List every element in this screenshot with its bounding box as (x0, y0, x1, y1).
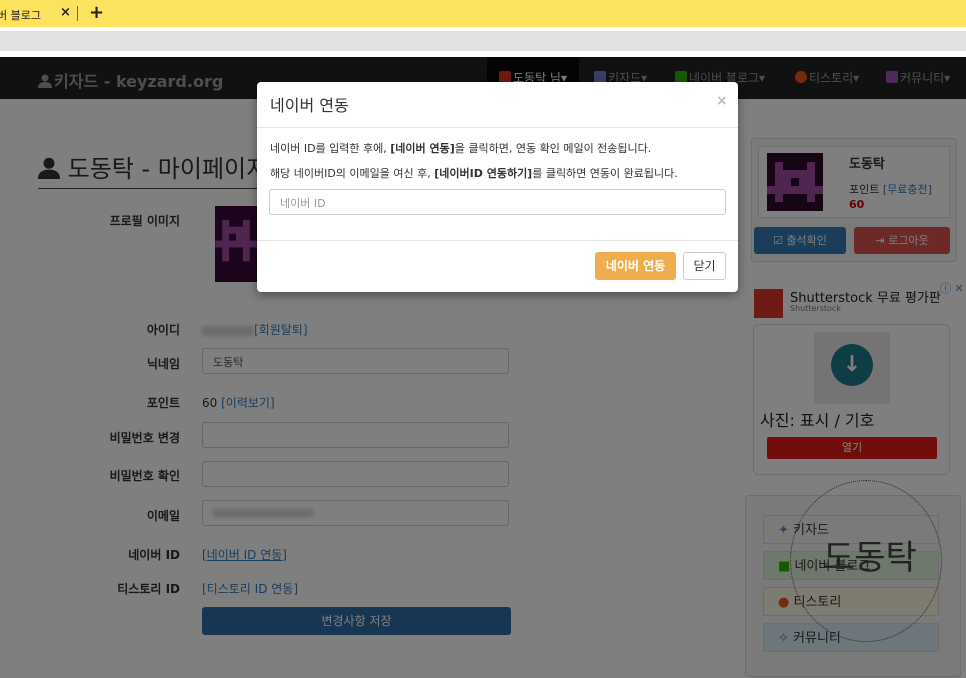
instruction-text: 를 클릭하면 연동이 완료됩니다. (532, 167, 678, 180)
instruction-text: 네이버 ID를 입력한 후에, (270, 142, 391, 155)
modal-instruction-1: 네이버 ID를 입력한 후에, [네이버 연동]을 클릭하면, 연동 확인 메일… (270, 140, 651, 156)
naver-link-button[interactable]: 네이버 연동 (595, 252, 676, 280)
browser-tabbar: 버 블로그 × + (0, 0, 966, 27)
close-icon[interactable]: × (716, 93, 728, 109)
new-tab-icon[interactable]: + (89, 2, 104, 23)
tab-title: 버 블로그 (0, 9, 41, 22)
instruction-text: 해당 네이버ID의 이메일을 여신 후, (270, 167, 435, 180)
instruction-text: 을 클릭하면, 연동 확인 메일이 전송됩니다. (454, 142, 652, 155)
modal-footer-divider (257, 240, 738, 241)
modal-close-button[interactable]: 닫기 (683, 252, 726, 280)
instruction-bold: [네이버 연동] (390, 142, 455, 155)
instruction-bold: [네이버ID 연동하기] (434, 167, 533, 180)
modal-header: 네이버 연동 × (257, 82, 738, 128)
address-bar (0, 27, 966, 57)
naver-link-modal: 네이버 연동 × 네이버 ID를 입력한 후에, [네이버 연동]을 클릭하면,… (257, 82, 738, 292)
address-bar-field[interactable] (0, 31, 966, 51)
tab-separator (77, 6, 78, 21)
naver-id-input[interactable]: 네이버 ID (269, 189, 726, 215)
modal-instruction-2: 해당 네이버ID의 이메일을 여신 후, [네이버ID 연동하기]를 클릭하면 … (270, 165, 678, 181)
tab-close-icon[interactable]: × (60, 5, 71, 20)
modal-title: 네이버 연동 (270, 96, 349, 115)
browser-tab[interactable]: 버 블로그 × (0, 0, 78, 27)
